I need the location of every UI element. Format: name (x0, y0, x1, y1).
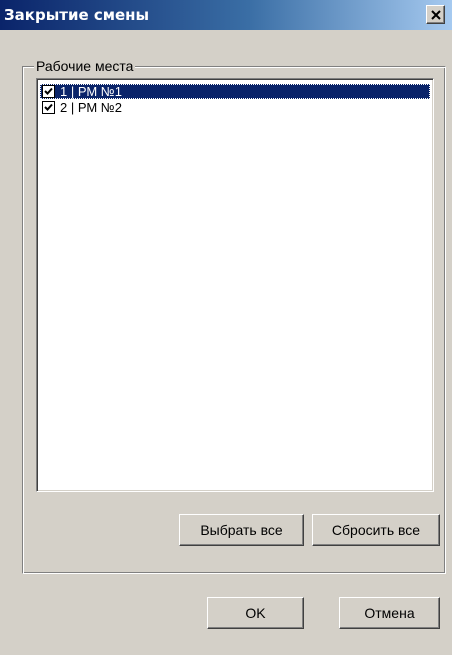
checkmark-icon (44, 103, 53, 111)
workplaces-checklist[interactable]: 1 | РМ №1 2 | РМ №2 (36, 78, 434, 492)
list-item[interactable]: 1 | РМ №1 (40, 84, 430, 99)
close-shift-dialog: Закрытие смены Рабочие места 1 | РМ №1 2 (0, 0, 452, 655)
workplace-1-label: 1 | РМ №1 (60, 84, 122, 99)
workplace-2-label: 2 | РМ №2 (60, 100, 122, 115)
list-item[interactable]: 2 | РМ №2 (40, 100, 430, 115)
select-all-button[interactable]: Выбрать все (179, 514, 304, 546)
checkmark-icon (44, 87, 53, 95)
close-button[interactable] (426, 5, 445, 24)
close-icon (431, 10, 441, 20)
ok-button[interactable]: OK (207, 597, 304, 629)
workplaces-legend: Рабочие места (34, 58, 136, 74)
title-bar[interactable]: Закрытие смены (0, 0, 452, 30)
reset-all-button[interactable]: Сбросить все (312, 514, 440, 546)
cancel-button[interactable]: Отмена (339, 597, 440, 629)
window-title: Закрытие смены (4, 6, 150, 24)
workplace-2-checkbox[interactable] (42, 101, 55, 114)
workplace-1-checkbox[interactable] (42, 85, 55, 98)
